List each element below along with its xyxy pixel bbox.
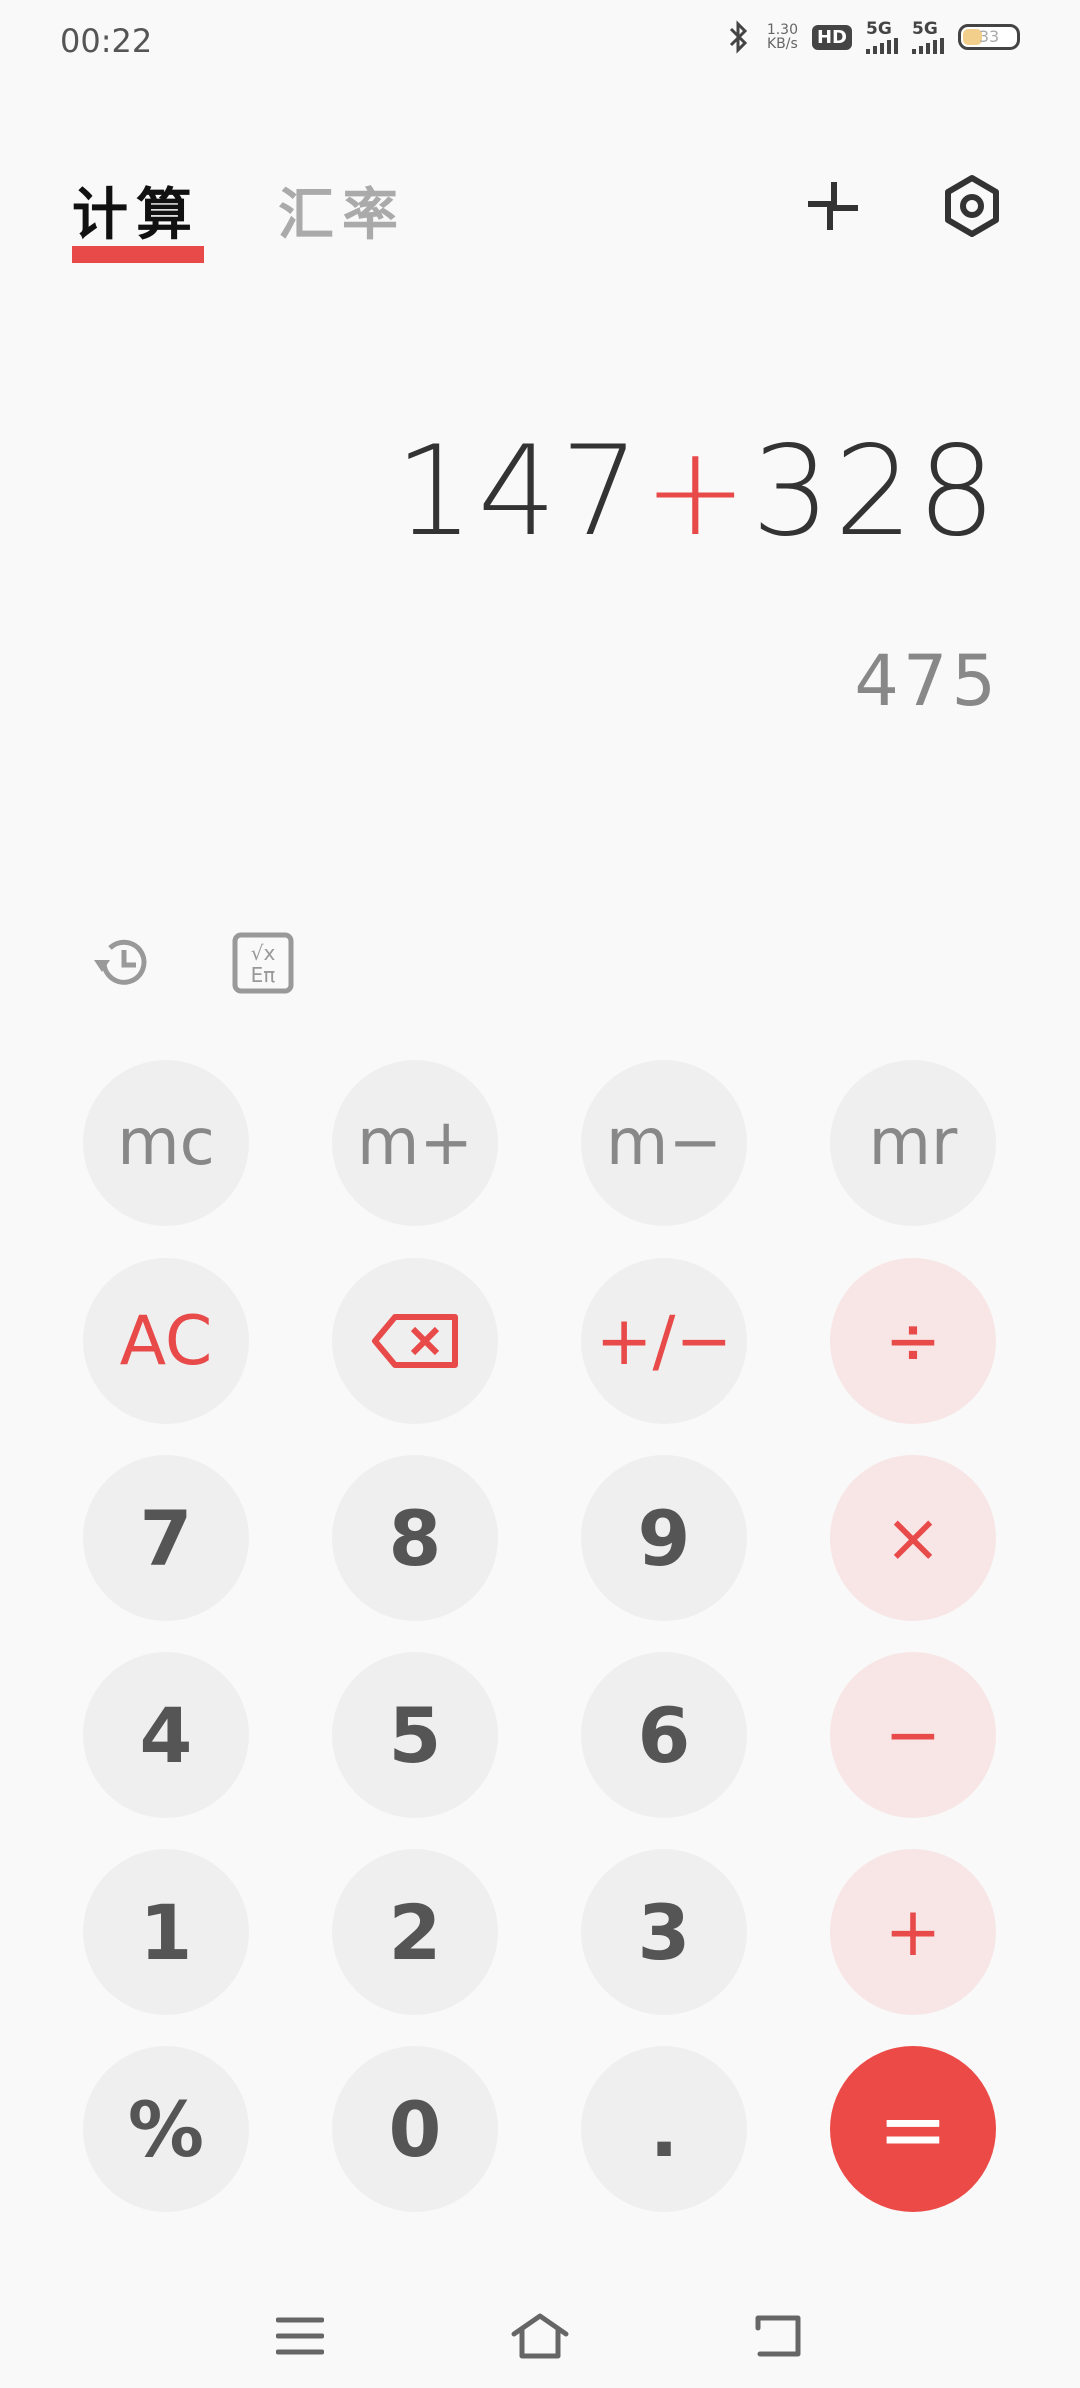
digit-2-button[interactable]: 2 bbox=[332, 1849, 498, 2015]
collapse-icon[interactable] bbox=[800, 174, 864, 238]
add-button[interactable]: + bbox=[830, 1849, 996, 2015]
digit-1-button[interactable]: 1 bbox=[83, 1849, 249, 2015]
tab-calculate[interactable]: 计算 bbox=[72, 170, 200, 251]
home-icon[interactable] bbox=[510, 2312, 570, 2360]
digit-6-button[interactable]: 6 bbox=[581, 1652, 747, 1818]
network-speed: 1.30 KB/s bbox=[766, 22, 798, 52]
tab-exchange-rate[interactable]: 汇率 bbox=[278, 170, 406, 251]
decimal-point-button[interactable]: . bbox=[581, 2046, 747, 2212]
menu-icon[interactable] bbox=[276, 2316, 324, 2356]
active-tab-indicator bbox=[72, 246, 204, 263]
svg-text:√x: √x bbox=[251, 941, 276, 965]
memory-subtract-button[interactable]: m− bbox=[581, 1060, 747, 1226]
status-bar: 00:22 1.30 KB/s HD 5G 5G 33 bbox=[0, 0, 1080, 80]
status-icons: 1.30 KB/s HD 5G 5G 33 bbox=[723, 20, 1020, 54]
divide-button[interactable]: ÷ bbox=[830, 1258, 996, 1424]
scientific-mode-icon[interactable]: √x Eπ bbox=[230, 930, 296, 996]
bluetooth-icon bbox=[729, 20, 747, 54]
percent-button[interactable]: % bbox=[83, 2046, 249, 2212]
history-icon[interactable] bbox=[90, 930, 156, 996]
hd-badge: HD bbox=[811, 24, 852, 50]
expression-display: 147+328 bbox=[395, 420, 1000, 564]
signal-sim1: 5G bbox=[866, 20, 898, 54]
backspace-icon bbox=[372, 1314, 458, 1368]
multiply-button[interactable]: × bbox=[830, 1455, 996, 1621]
backspace-button[interactable] bbox=[332, 1258, 498, 1424]
operand-2: 328 bbox=[751, 420, 1000, 564]
digit-5-button[interactable]: 5 bbox=[332, 1652, 498, 1818]
operator: + bbox=[643, 420, 752, 564]
result-preview: 475 bbox=[854, 640, 1000, 722]
subtract-button[interactable]: − bbox=[830, 1652, 996, 1818]
navigation-bar bbox=[0, 2268, 1080, 2388]
equals-button[interactable]: = bbox=[830, 2046, 996, 2212]
memory-clear-button[interactable]: mc bbox=[83, 1060, 249, 1226]
operand-1: 147 bbox=[394, 420, 644, 564]
plus-minus-button[interactable]: +/− bbox=[581, 1258, 747, 1424]
digit-0-button[interactable]: 0 bbox=[332, 2046, 498, 2212]
digit-7-button[interactable]: 7 bbox=[83, 1455, 249, 1621]
memory-recall-button[interactable]: mr bbox=[830, 1060, 996, 1226]
signal-sim2: 5G bbox=[912, 20, 944, 54]
digit-3-button[interactable]: 3 bbox=[581, 1849, 747, 2015]
mode-tabs: 计算 汇率 bbox=[72, 170, 406, 251]
digit-8-button[interactable]: 8 bbox=[332, 1455, 498, 1621]
digit-9-button[interactable]: 9 bbox=[581, 1455, 747, 1621]
svg-text:Eπ: Eπ bbox=[251, 963, 276, 987]
all-clear-button[interactable]: AC bbox=[83, 1258, 249, 1424]
signal-bars-icon bbox=[912, 37, 944, 54]
signal-bars-icon bbox=[866, 37, 898, 54]
battery-icon: 33 bbox=[958, 24, 1020, 50]
status-time: 00:22 bbox=[60, 22, 153, 60]
digit-4-button[interactable]: 4 bbox=[83, 1652, 249, 1818]
back-icon[interactable] bbox=[752, 2312, 808, 2360]
settings-icon[interactable] bbox=[940, 174, 1004, 238]
memory-add-button[interactable]: m+ bbox=[332, 1060, 498, 1226]
